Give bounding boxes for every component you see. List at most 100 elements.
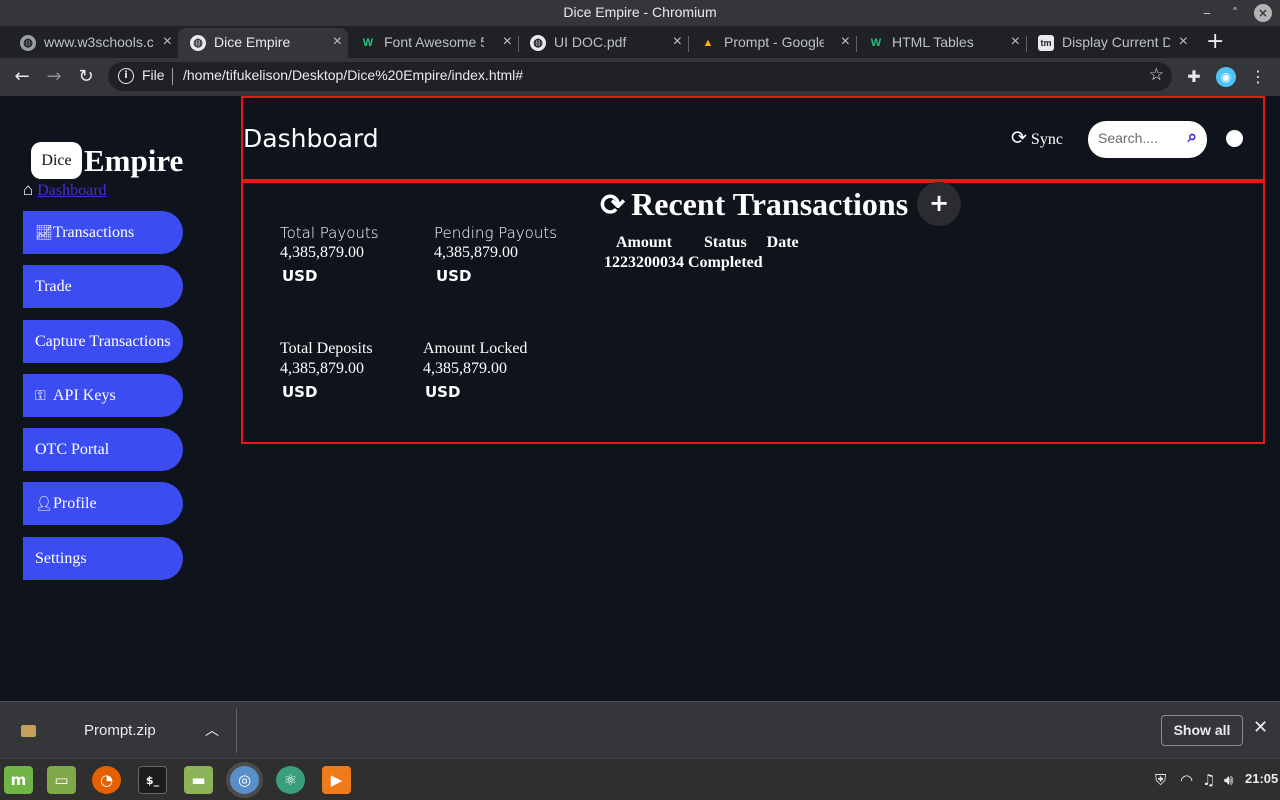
search-icon[interactable]: ⌕ bbox=[1187, 127, 1197, 147]
media-player-icon[interactable]: ▶ bbox=[322, 766, 351, 794]
table-header-row: Amount Status Date bbox=[603, 234, 800, 252]
music-note-icon[interactable]: ♫ bbox=[1202, 771, 1215, 789]
maximize-icon[interactable]: ˄ bbox=[1226, 4, 1244, 22]
bookmark-star-icon[interactable]: ☆ bbox=[1149, 65, 1164, 85]
theme-toggle[interactable] bbox=[1226, 130, 1243, 147]
stat-currency: USD bbox=[282, 267, 318, 285]
close-window-icon[interactable]: × bbox=[1254, 4, 1272, 22]
tab-close-icon[interactable]: × bbox=[333, 33, 342, 51]
stat-amount-locked: Amount Locked 4,385,879.00 USD bbox=[423, 340, 527, 401]
sidebar-item-capture-transactions[interactable]: Capture Transactions bbox=[23, 319, 183, 363]
stat-currency: USD bbox=[436, 267, 472, 285]
stat-total-payouts: Total Payouts 4,385,879.00 USD bbox=[280, 224, 379, 285]
new-tab-icon[interactable]: + bbox=[1206, 29, 1224, 54]
search-input[interactable] bbox=[1098, 130, 1176, 146]
sidebar-item-label: Capture Transactions bbox=[35, 332, 171, 350]
tab-close-icon[interactable]: × bbox=[1011, 33, 1020, 51]
sync-icon: ⟳ bbox=[1011, 128, 1027, 149]
stat-currency: USD bbox=[282, 383, 318, 401]
tab-dice-empire[interactable]: ◍ Dice Empire × bbox=[178, 28, 348, 58]
tab-w3schools[interactable]: ◍ www.w3schools.c × bbox=[8, 28, 178, 58]
tab-font-awesome[interactable]: W Font Awesome 5 I × bbox=[348, 28, 519, 58]
refresh-icon[interactable]: ⟳ bbox=[600, 189, 625, 222]
tab-html-tables[interactable]: W HTML Tables × bbox=[856, 28, 1027, 58]
atom-icon[interactable]: ⚛ bbox=[276, 766, 305, 794]
clock[interactable]: 21:05 bbox=[1245, 771, 1278, 786]
reload-icon[interactable]: ↻ bbox=[74, 65, 98, 89]
column-header-amount: Amount bbox=[615, 234, 672, 251]
tab-close-icon[interactable]: × bbox=[1179, 33, 1188, 51]
sidebar-item-otc-portal[interactable]: OTC Portal bbox=[23, 428, 183, 472]
sidebar-item-label: Transactions bbox=[53, 224, 135, 241]
stat-value: 4,385,879.00 bbox=[423, 360, 507, 377]
cell-status: Completed bbox=[688, 254, 763, 271]
page-viewport: Dice Empire ⌂ Dashboard 📈︎Transactions Tr… bbox=[0, 96, 1280, 701]
cell-date bbox=[766, 254, 800, 272]
minimize-icon[interactable]: ‒ bbox=[1198, 4, 1216, 22]
back-arrow-icon[interactable]: ← bbox=[10, 65, 34, 89]
tab-close-icon[interactable]: × bbox=[841, 33, 850, 51]
files-folder-icon[interactable]: ▬ bbox=[184, 766, 213, 794]
globe-icon: ◍ bbox=[20, 35, 36, 51]
search-box: ⌕ bbox=[1088, 121, 1207, 158]
url-divider bbox=[172, 68, 173, 85]
sidebar-item-label: Profile bbox=[53, 495, 97, 513]
column-header-status: Status bbox=[703, 234, 747, 251]
show-desktop-icon[interactable]: ▭ bbox=[47, 766, 76, 794]
stat-label: Pending Payouts bbox=[434, 224, 558, 242]
sidebar-item-label: API Keys bbox=[53, 386, 116, 404]
extensions-puzzle-icon[interactable]: ✚ bbox=[1184, 67, 1204, 87]
sync-button[interactable]: ⟳ Sync bbox=[1011, 127, 1063, 150]
tab-display-current[interactable]: tm Display Current D × bbox=[1026, 28, 1194, 58]
tab-close-icon[interactable]: × bbox=[503, 33, 512, 51]
sidebar-item-api-keys[interactable]: ⚿ API Keys bbox=[23, 373, 183, 417]
info-icon[interactable]: i bbox=[118, 68, 134, 84]
firefox-icon[interactable]: ◔ bbox=[92, 766, 121, 794]
tab-label: Font Awesome 5 I bbox=[384, 34, 484, 50]
sidebar-item-settings[interactable]: Settings bbox=[23, 536, 183, 580]
sidebar-item-profile[interactable]: 👤︎Profile bbox=[23, 482, 183, 526]
w-icon: W bbox=[870, 37, 882, 49]
table-row[interactable]: 1223200034 Completed bbox=[603, 254, 800, 272]
sidebar-item-trade[interactable]: Trade bbox=[23, 265, 183, 309]
mint-menu-icon[interactable]: m bbox=[4, 766, 33, 794]
wifi-icon[interactable]: ◠ bbox=[1180, 771, 1193, 789]
stat-total-deposits: Total Deposits 4,385,879.00 USD bbox=[280, 340, 373, 401]
download-filename[interactable]: Prompt.zip bbox=[84, 722, 156, 739]
w-icon: W bbox=[362, 37, 374, 49]
shield-icon[interactable]: ⛨ bbox=[1155, 771, 1166, 789]
profile-avatar-icon[interactable]: ◉ bbox=[1216, 67, 1236, 87]
tab-prompt-google[interactable]: ▲ Prompt - Google I × bbox=[688, 28, 857, 58]
terminal-icon[interactable]: $_ bbox=[138, 766, 167, 794]
close-downloads-icon[interactable]: ✕ bbox=[1253, 717, 1268, 738]
transactions-table: Amount Status Date 1223200034 Completed bbox=[601, 232, 802, 274]
tab-ui-doc[interactable]: ◍ UI DOC.pdf × bbox=[518, 28, 689, 58]
show-all-button[interactable]: Show all bbox=[1161, 715, 1243, 746]
stat-value: 4,385,879.00 bbox=[280, 360, 364, 377]
menu-dots-icon[interactable]: ⋮ bbox=[1248, 67, 1268, 87]
os-taskbar: m ▭ ◔ $_ ▬ ◎ ⚛ ▶ ⛨ ◠ ♫ 🔊︎ 21:05 bbox=[0, 758, 1280, 800]
downloads-bar: Prompt.zip ︿ Show all ✕ bbox=[0, 701, 1280, 758]
forward-arrow-icon[interactable]: → bbox=[42, 65, 66, 89]
stat-pending-payouts: Pending Payouts 4,385,879.00 USD bbox=[434, 224, 557, 285]
logo-empire: Empire bbox=[84, 143, 184, 178]
sidebar-nav: 📈︎Transactions Trade Capture Transaction… bbox=[23, 211, 183, 591]
stat-value: 4,385,879.00 bbox=[280, 244, 364, 261]
sidebar-item-transactions[interactable]: 📈︎Transactions bbox=[23, 211, 183, 254]
address-bar[interactable]: i File /home/tifukelison/Desktop/Dice%20… bbox=[108, 62, 1172, 91]
sync-label: Sync bbox=[1030, 131, 1063, 148]
volume-icon[interactable]: 🔊︎ bbox=[1224, 771, 1233, 789]
tab-label: Display Current D bbox=[1062, 34, 1170, 50]
sidebar-item-label: Settings bbox=[35, 549, 87, 567]
tab-label: Prompt - Google I bbox=[724, 34, 824, 50]
sidebar-item-label: Trade bbox=[35, 278, 72, 296]
downloads-divider bbox=[236, 708, 237, 753]
tab-close-icon[interactable]: × bbox=[673, 33, 682, 51]
chart-line-icon: 📈︎ bbox=[35, 226, 53, 241]
chevron-up-icon[interactable]: ︿ bbox=[205, 720, 219, 740]
url-text[interactable]: /home/tifukelison/Desktop/Dice%20Empire/… bbox=[183, 67, 523, 83]
chromium-icon[interactable]: ◎ bbox=[230, 766, 259, 794]
breadcrumb-dashboard-link[interactable]: Dashboard bbox=[37, 182, 106, 199]
tab-close-icon[interactable]: × bbox=[163, 33, 172, 51]
add-transaction-button[interactable]: + bbox=[917, 182, 961, 226]
